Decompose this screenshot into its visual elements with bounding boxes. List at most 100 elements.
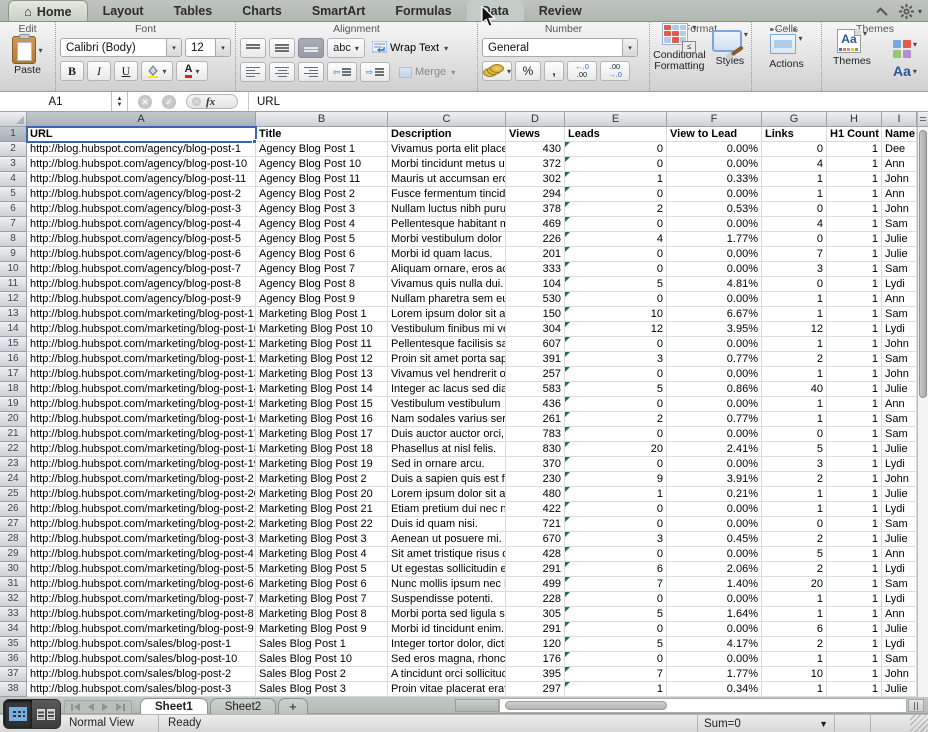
sheet-nav-arrows[interactable] bbox=[64, 700, 132, 714]
cell-F13[interactable]: 6.67% bbox=[667, 307, 762, 322]
cell-H16[interactable]: 1 bbox=[827, 352, 882, 367]
cell-E3[interactable]: 0 bbox=[565, 157, 667, 172]
cell-C8[interactable]: Morbi vestibulum dolor s bbox=[388, 232, 506, 247]
cell-C36[interactable]: Sed eros magna, rhonc bbox=[388, 652, 506, 667]
row-header-29[interactable]: 29 bbox=[0, 547, 27, 562]
cell-G6[interactable]: 0 bbox=[762, 202, 827, 217]
row-header-4[interactable]: 4 bbox=[0, 172, 27, 187]
row-header-15[interactable]: 15 bbox=[0, 337, 27, 352]
cell-B28[interactable]: Marketing Blog Post 3 bbox=[256, 532, 388, 547]
underline-button[interactable]: U bbox=[114, 61, 138, 81]
currency-button[interactable]: ▾ bbox=[482, 61, 512, 81]
cell-C28[interactable]: Aenean ut posuere mi. bbox=[388, 532, 506, 547]
cell-G33[interactable]: 1 bbox=[762, 607, 827, 622]
cell-F7[interactable]: 0.00% bbox=[667, 217, 762, 232]
cell-D10[interactable]: 333 bbox=[506, 262, 565, 277]
cell-C24[interactable]: Duis a sapien quis est f bbox=[388, 472, 506, 487]
cell-G18[interactable]: 40 bbox=[762, 382, 827, 397]
cell-D25[interactable]: 480 bbox=[506, 487, 565, 502]
row-header-30[interactable]: 30 bbox=[0, 562, 27, 577]
cell-H6[interactable]: 1 bbox=[827, 202, 882, 217]
cell-E4[interactable]: 1 bbox=[565, 172, 667, 187]
cell-A14[interactable]: http://blog.hubspot.com/marketing/blog-p… bbox=[27, 322, 256, 337]
cell-H12[interactable]: 1 bbox=[827, 292, 882, 307]
decrease-decimal-button[interactable]: ←.0.00 bbox=[567, 61, 597, 81]
cell-A8[interactable]: http://blog.hubspot.com/agency/blog-post… bbox=[27, 232, 256, 247]
cell-C3[interactable]: Morbi tincidunt metus ut bbox=[388, 157, 506, 172]
cell-D33[interactable]: 305 bbox=[506, 607, 565, 622]
row-header-5[interactable]: 5 bbox=[0, 187, 27, 202]
cell-I10[interactable]: Sam bbox=[882, 262, 917, 277]
cell-H17[interactable]: 1 bbox=[827, 367, 882, 382]
cell-E6[interactable]: 2 bbox=[565, 202, 667, 217]
cell-H26[interactable]: 1 bbox=[827, 502, 882, 517]
cell-H11[interactable]: 1 bbox=[827, 277, 882, 292]
cell-I4[interactable]: John bbox=[882, 172, 917, 187]
cell-H31[interactable]: 1 bbox=[827, 577, 882, 592]
cell-D13[interactable]: 150 bbox=[506, 307, 565, 322]
cell-C37[interactable]: A tincidunt orci sollicitud bbox=[388, 667, 506, 682]
cell-I7[interactable]: Sam bbox=[882, 217, 917, 232]
merge-button[interactable]: Merge ▾ bbox=[399, 66, 455, 78]
cell-G31[interactable]: 20 bbox=[762, 577, 827, 592]
cell-A1[interactable]: URL bbox=[27, 127, 256, 142]
cell-D34[interactable]: 291 bbox=[506, 622, 565, 637]
sum-dropdown[interactable]: Sum=0 ▼ bbox=[697, 715, 835, 732]
cell-A19[interactable]: http://blog.hubspot.com/marketing/blog-p… bbox=[27, 397, 256, 412]
cell-F36[interactable]: 0.00% bbox=[667, 652, 762, 667]
cell-B3[interactable]: Agency Blog Post 10 bbox=[256, 157, 388, 172]
cell-D16[interactable]: 391 bbox=[506, 352, 565, 367]
cell-A11[interactable]: http://blog.hubspot.com/agency/blog-post… bbox=[27, 277, 256, 292]
cell-A16[interactable]: http://blog.hubspot.com/marketing/blog-p… bbox=[27, 352, 256, 367]
ribbon-tab-data[interactable]: Data bbox=[467, 0, 524, 21]
cell-G32[interactable]: 1 bbox=[762, 592, 827, 607]
cell-B27[interactable]: Marketing Blog Post 22 bbox=[256, 517, 388, 532]
column-header-D[interactable]: D bbox=[506, 112, 565, 127]
previous-sheet-icon[interactable] bbox=[88, 703, 94, 711]
cell-C29[interactable]: Sit amet tristique risus d bbox=[388, 547, 506, 562]
row-header-6[interactable]: 6 bbox=[0, 202, 27, 217]
cell-D22[interactable]: 830 bbox=[506, 442, 565, 457]
cell-I25[interactable]: Julie bbox=[882, 487, 917, 502]
cell-B11[interactable]: Agency Blog Post 8 bbox=[256, 277, 388, 292]
theme-fonts-dropdown-arrow[interactable]: ▾ bbox=[913, 67, 917, 76]
cell-C33[interactable]: Morbi porta sed ligula s bbox=[388, 607, 506, 622]
cell-I31[interactable]: Sam bbox=[882, 577, 917, 592]
cell-I9[interactable]: Julie bbox=[882, 247, 917, 262]
cell-D21[interactable]: 783 bbox=[506, 427, 565, 442]
cell-B12[interactable]: Agency Blog Post 9 bbox=[256, 292, 388, 307]
cell-F33[interactable]: 1.64% bbox=[667, 607, 762, 622]
cell-G10[interactable]: 3 bbox=[762, 262, 827, 277]
cell-H8[interactable]: 1 bbox=[827, 232, 882, 247]
cell-E13[interactable]: 10 bbox=[565, 307, 667, 322]
cell-B33[interactable]: Marketing Blog Post 8 bbox=[256, 607, 388, 622]
cell-B16[interactable]: Marketing Blog Post 12 bbox=[256, 352, 388, 367]
conditional-formatting-dropdown-arrow[interactable]: ▾ bbox=[692, 23, 696, 32]
cell-I21[interactable]: Sam bbox=[882, 427, 917, 442]
cell-C4[interactable]: Mauris ut accumsan ero bbox=[388, 172, 506, 187]
cell-D17[interactable]: 257 bbox=[506, 367, 565, 382]
align-top-button[interactable] bbox=[240, 38, 266, 58]
cell-G28[interactable]: 2 bbox=[762, 532, 827, 547]
cell-G8[interactable]: 0 bbox=[762, 232, 827, 247]
cell-B5[interactable]: Agency Blog Post 2 bbox=[256, 187, 388, 202]
cell-E20[interactable]: 2 bbox=[565, 412, 667, 427]
cell-H24[interactable]: 1 bbox=[827, 472, 882, 487]
cell-D3[interactable]: 372 bbox=[506, 157, 565, 172]
cell-H1[interactable]: H1 Count bbox=[827, 127, 882, 142]
cell-C21[interactable]: Duis auctor auctor orci, bbox=[388, 427, 506, 442]
cell-B20[interactable]: Marketing Blog Post 16 bbox=[256, 412, 388, 427]
cell-H2[interactable]: 1 bbox=[827, 142, 882, 157]
row-header-37[interactable]: 37 bbox=[0, 667, 27, 682]
cell-F20[interactable]: 0.77% bbox=[667, 412, 762, 427]
cell-D2[interactable]: 430 bbox=[506, 142, 565, 157]
italic-button[interactable]: I bbox=[87, 61, 111, 81]
name-box[interactable]: A1 bbox=[0, 92, 112, 111]
cell-I12[interactable]: Ann bbox=[882, 292, 917, 307]
cell-A17[interactable]: http://blog.hubspot.com/marketing/blog-p… bbox=[27, 367, 256, 382]
cell-I13[interactable]: Sam bbox=[882, 307, 917, 322]
cell-F27[interactable]: 0.00% bbox=[667, 517, 762, 532]
cell-F23[interactable]: 0.00% bbox=[667, 457, 762, 472]
row-header-11[interactable]: 11 bbox=[0, 277, 27, 292]
ribbon-tab-review[interactable]: Review bbox=[524, 0, 597, 21]
